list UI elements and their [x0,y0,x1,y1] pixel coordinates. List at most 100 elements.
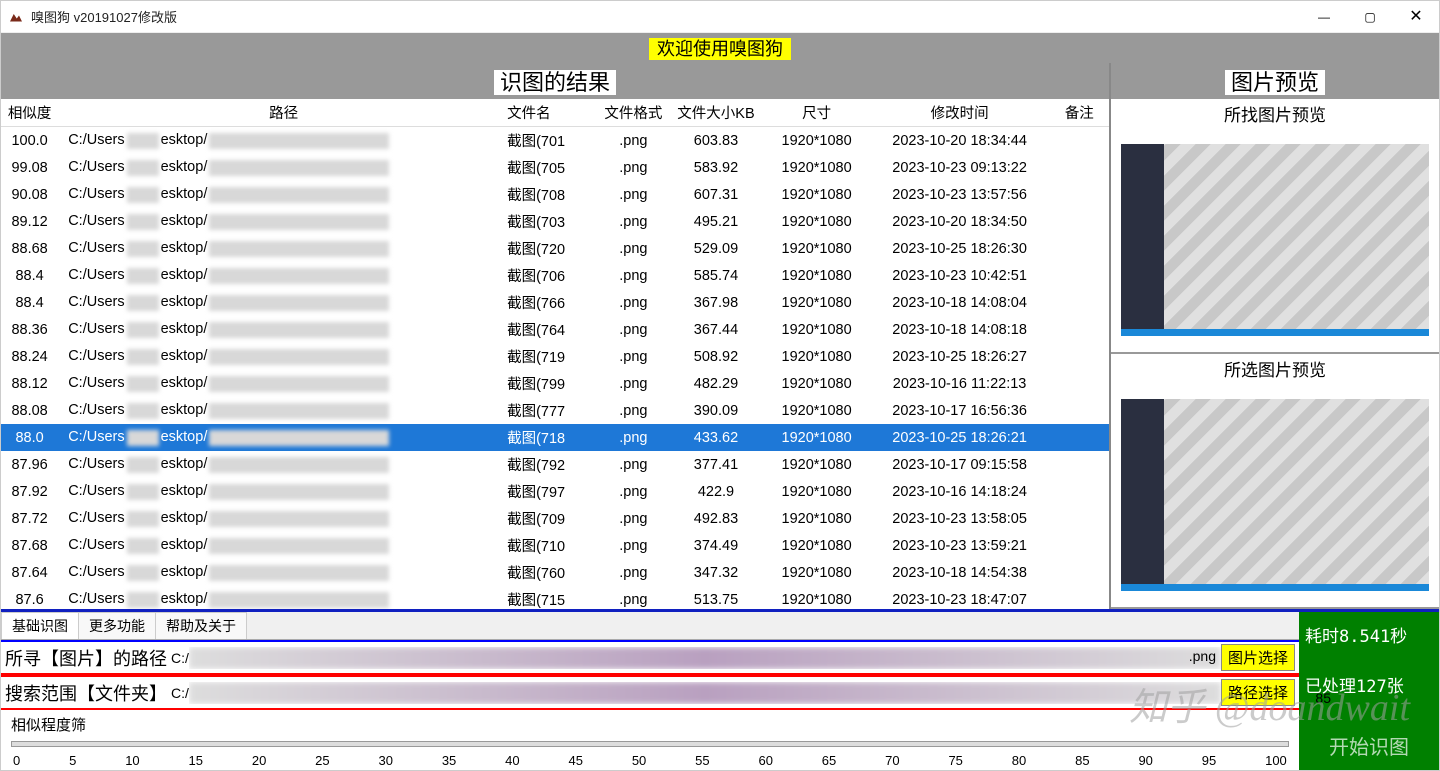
cell-path: C:/Usersesktop/ [58,478,503,505]
slider-tick: 85 [1075,753,1089,768]
cell-size: 513.75 [668,586,763,609]
col-note[interactable]: 备注 [1050,99,1109,127]
cell-name: 截图(706 [503,262,598,289]
result-table-scroll[interactable]: 相似度 路径 文件名 文件格式 文件大小KB 尺寸 修改时间 备注 100.0C… [1,99,1109,609]
cell-similarity: 87.64 [1,559,58,586]
table-row[interactable]: 88.0C:/Usersesktop/截图(718.png433.621920*… [1,424,1109,451]
cell-mtime: 2023-10-18 14:54:38 [870,559,1050,586]
col-size[interactable]: 文件大小KB [668,99,763,127]
col-similarity[interactable]: 相似度 [1,99,58,127]
start-button[interactable]: 开始识图 [1305,731,1433,760]
slider-track[interactable] [11,741,1289,747]
col-name[interactable]: 文件名 [503,99,598,127]
cell-size: 529.09 [668,235,763,262]
cell-similarity: 87.72 [1,505,58,532]
cell-path: C:/Usersesktop/ [58,208,503,235]
find-image-prefix: C:/ [171,650,189,666]
cell-note [1050,532,1109,559]
table-row[interactable]: 88.4C:/Usersesktop/截图(766.png367.981920*… [1,289,1109,316]
cell-format: .png [598,505,668,532]
table-row[interactable]: 87.96C:/Usersesktop/截图(792.png377.411920… [1,451,1109,478]
table-row[interactable]: 87.6C:/Usersesktop/截图(715.png513.751920*… [1,586,1109,609]
cell-name: 截图(777 [503,397,598,424]
cell-similarity: 88.4 [1,262,58,289]
cell-size: 495.21 [668,208,763,235]
cell-path: C:/Usersesktop/ [58,127,503,155]
slider-value: 85 [1315,690,1331,706]
minimize-button[interactable]: — [1301,1,1347,33]
slider-tick: 25 [315,753,329,768]
scope-folder-path[interactable] [189,682,1221,704]
cell-similarity: 88.24 [1,343,58,370]
cell-path: C:/Usersesktop/ [58,262,503,289]
cell-format: .png [598,316,668,343]
scope-folder-label: 搜索范围【文件夹】 [5,680,167,706]
cell-size: 433.62 [668,424,763,451]
cell-dimension: 1920*1080 [764,451,870,478]
cell-mtime: 2023-10-20 18:34:44 [870,127,1050,155]
cell-name: 截图(710 [503,532,598,559]
cell-name: 截图(766 [503,289,598,316]
cell-mtime: 2023-10-23 18:47:07 [870,586,1050,609]
find-image-button[interactable]: 图片选择 [1221,644,1295,671]
preview-sel-pane [1111,383,1439,607]
table-row[interactable]: 88.12C:/Usersesktop/截图(799.png482.291920… [1,370,1109,397]
table-row[interactable]: 87.92C:/Usersesktop/截图(797.png422.91920*… [1,478,1109,505]
cell-similarity: 87.6 [1,586,58,609]
cell-path: C:/Usersesktop/ [58,505,503,532]
col-path[interactable]: 路径 [58,99,503,127]
table-row[interactable]: 87.64C:/Usersesktop/截图(760.png347.321920… [1,559,1109,586]
col-dimension[interactable]: 尺寸 [764,99,870,127]
cell-mtime: 2023-10-25 18:26:21 [870,424,1050,451]
cell-note [1050,343,1109,370]
table-row[interactable]: 100.0C:/Usersesktop/截图(701.png603.831920… [1,127,1109,155]
cell-similarity: 87.92 [1,478,58,505]
cell-size: 607.31 [668,181,763,208]
cell-path: C:/Usersesktop/ [58,451,503,478]
cell-similarity: 88.12 [1,370,58,397]
cell-path: C:/Usersesktop/ [58,559,503,586]
table-row[interactable]: 88.08C:/Usersesktop/截图(777.png390.091920… [1,397,1109,424]
preview-find-image [1121,144,1429,337]
table-row[interactable]: 88.4C:/Usersesktop/截图(706.png585.741920*… [1,262,1109,289]
tab-more[interactable]: 更多功能 [78,612,156,639]
col-format[interactable]: 文件格式 [598,99,668,127]
cell-note [1050,397,1109,424]
close-button[interactable]: ✕ [1393,1,1439,33]
cell-mtime: 2023-10-18 14:08:04 [870,289,1050,316]
slider-tick: 45 [568,753,582,768]
cell-name: 截图(708 [503,181,598,208]
table-row[interactable]: 87.68C:/Usersesktop/截图(710.png374.491920… [1,532,1109,559]
cell-similarity: 100.0 [1,127,58,155]
find-image-path[interactable]: .png [189,647,1221,669]
table-row[interactable]: 87.72C:/Usersesktop/截图(709.png492.831920… [1,505,1109,532]
col-mtime[interactable]: 修改时间 [870,99,1050,127]
cell-dimension: 1920*1080 [764,262,870,289]
tab-basic[interactable]: 基础识图 [1,612,79,639]
cell-similarity: 89.12 [1,208,58,235]
cell-note [1050,289,1109,316]
cell-size: 585.74 [668,262,763,289]
cell-size: 377.41 [668,451,763,478]
table-row[interactable]: 90.08C:/Usersesktop/截图(708.png607.311920… [1,181,1109,208]
cell-dimension: 1920*1080 [764,343,870,370]
scope-folder-button[interactable]: 路径选择 [1221,679,1295,706]
cell-size: 492.83 [668,505,763,532]
table-row[interactable]: 88.68C:/Usersesktop/截图(720.png529.091920… [1,235,1109,262]
cell-similarity: 88.0 [1,424,58,451]
similarity-slider: 相似程度筛 85 0510152025303540455055606570758… [1,710,1299,770]
cell-format: .png [598,397,668,424]
cell-similarity: 88.68 [1,235,58,262]
maximize-button[interactable]: ▢ [1347,1,1393,33]
cell-similarity: 88.08 [1,397,58,424]
table-row[interactable]: 89.12C:/Usersesktop/截图(703.png495.211920… [1,208,1109,235]
tab-help[interactable]: 帮助及关于 [155,612,247,639]
table-row[interactable]: 99.08C:/Usersesktop/截图(705.png583.921920… [1,154,1109,181]
cell-dimension: 1920*1080 [764,127,870,155]
slider-tick: 90 [1138,753,1152,768]
cell-mtime: 2023-10-25 18:26:30 [870,235,1050,262]
table-row[interactable]: 88.24C:/Usersesktop/截图(719.png508.921920… [1,343,1109,370]
cell-format: .png [598,343,668,370]
cell-path: C:/Usersesktop/ [58,586,503,609]
table-row[interactable]: 88.36C:/Usersesktop/截图(764.png367.441920… [1,316,1109,343]
